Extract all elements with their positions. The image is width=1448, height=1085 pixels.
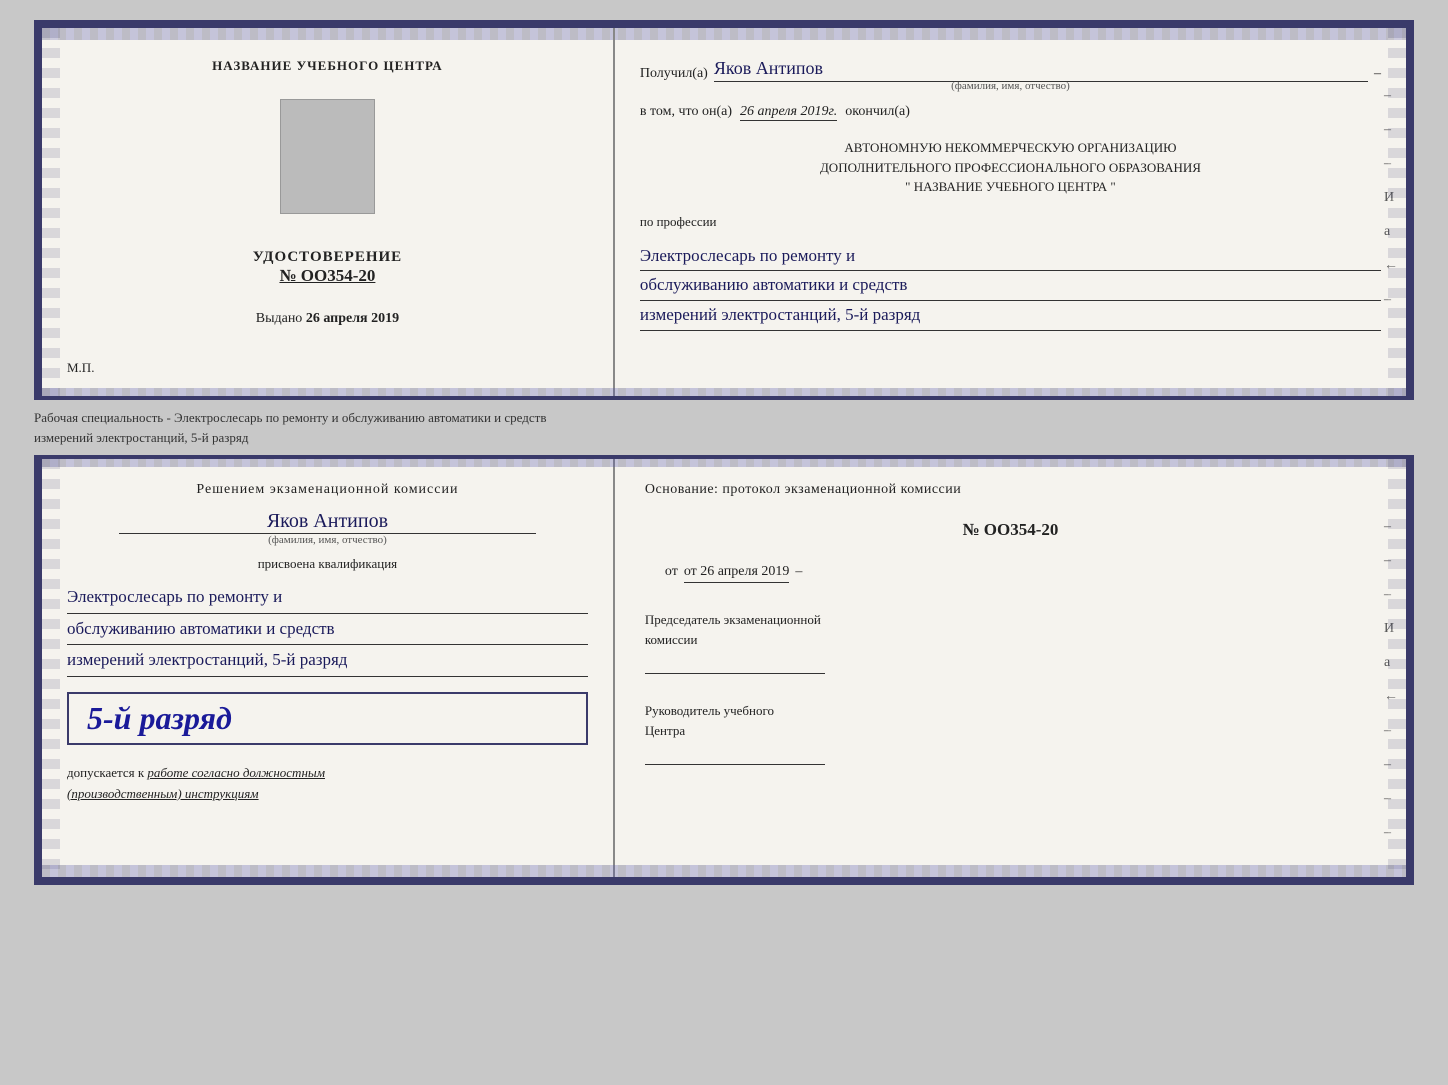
dopuskaetsya-block: допускается к работе согласно должностны… xyxy=(67,763,588,805)
qual-line3: измерений электростанций, 5-й разряд xyxy=(67,645,588,677)
mp-label: М.П. xyxy=(67,360,94,376)
udostoverenie-title: УДОСТОВЕРЕНИЕ xyxy=(253,249,403,266)
left-decoration-bottom xyxy=(42,459,60,877)
school-name-label: НАЗВАНИЕ УЧЕБНОГО ЦЕНТРА xyxy=(212,58,443,74)
org-line2: ДОПОЛНИТЕЛЬНОГО ПРОФЕССИОНАЛЬНОГО ОБРАЗО… xyxy=(640,158,1381,178)
bottom-left-panel: Решением экзаменационной комиссии Яков А… xyxy=(42,459,615,877)
vydano-date: 26 апреля 2019 xyxy=(306,311,399,326)
dopuskaetsya-label: допускается к xyxy=(67,765,144,780)
middle-text: Рабочая специальность - Электрослесарь п… xyxy=(34,410,546,445)
razryad-number: 5-й разряд xyxy=(87,700,232,736)
ot-date: от 26 апреля 2019 xyxy=(684,564,790,583)
vydano-line: Выдано 26 апреля 2019 xyxy=(256,311,399,327)
qual-line2: обслуживанию автоматики и средств xyxy=(67,614,588,646)
fio-hint-top: (фамилия, имя, отчество) xyxy=(640,80,1381,92)
po-professii: по профессии xyxy=(640,214,1381,230)
profession-line2: обслуживанию автоматики и средств xyxy=(640,271,1381,301)
predsedatel-block: Председатель экзаменационной комиссии xyxy=(645,610,1376,674)
document-container: НАЗВАНИЕ УЧЕБНОГО ЦЕНТРА УДОСТОВЕРЕНИЕ №… xyxy=(34,20,1414,885)
recipient-line: Получил(а) Яков Антипов – xyxy=(640,58,1381,82)
middle-separator: Рабочая специальность - Электрослесарь п… xyxy=(34,400,1414,455)
org-line3: " НАЗВАНИЕ УЧЕБНОГО ЦЕНТРА " xyxy=(640,177,1381,197)
vtom-label: в том, что он(а) xyxy=(640,104,732,120)
bottom-name: Яков Антипов xyxy=(119,510,536,534)
rukovoditel-signature xyxy=(645,745,825,765)
udostoverenie-number: № OO354-20 xyxy=(253,266,403,286)
predsedatel-signature xyxy=(645,654,825,674)
udostoverenie-block: УДОСТОВЕРЕНИЕ № OO354-20 xyxy=(253,249,403,286)
bottom-right-panel: Основание: протокол экзаменационной коми… xyxy=(615,459,1406,877)
org-block: АВТОНОМНУЮ НЕКОММЕРЧЕСКУЮ ОРГАНИЗАЦИЮ ДО… xyxy=(640,138,1381,197)
profession-line3: измерений электростанций, 5-й разряд xyxy=(640,301,1381,331)
razryad-box: 5-й разряд xyxy=(67,692,588,745)
diploma-bottom: Решением экзаменационной комиссии Яков А… xyxy=(34,455,1414,885)
okonchill-label: окончил(а) xyxy=(845,104,910,120)
rukovoditel-block: Руководитель учебного Центра xyxy=(645,701,1376,765)
dopuskaetsya-italic2: (производственным) инструкциям xyxy=(67,786,259,801)
top-left-panel: НАЗВАНИЕ УЧЕБНОГО ЦЕНТРА УДОСТОВЕРЕНИЕ №… xyxy=(42,28,615,396)
profession-block: Электрослесарь по ремонту и обслуживанию… xyxy=(640,242,1381,332)
top-right-panel: Получил(а) Яков Антипов – (фамилия, имя,… xyxy=(615,28,1406,396)
predsedatel-line1: Председатель экзаменационной xyxy=(645,610,1376,630)
prisvoyena-label: присвоена квалификация xyxy=(67,556,588,572)
right-decoration-top xyxy=(1388,28,1406,396)
vtom-line: в том, что он(а) 26 апреля 2019г. окончи… xyxy=(640,104,1381,121)
qualification-block: Электрослесарь по ремонту и обслуживанию… xyxy=(67,582,588,677)
osnovanie-text: Основание: протокол экзаменационной коми… xyxy=(645,479,1376,500)
vtom-date: 26 апреля 2019г. xyxy=(740,104,837,121)
recipient-name: Яков Антипов xyxy=(714,58,1368,82)
profession-line1: Электрослесарь по ремонту и xyxy=(640,242,1381,272)
org-line1: АВТОНОМНУЮ НЕКОММЕРЧЕСКУЮ ОРГАНИЗАЦИЮ xyxy=(640,138,1381,158)
photo-placeholder xyxy=(280,99,375,214)
vydano-label: Выдано xyxy=(256,311,303,326)
diploma-top: НАЗВАНИЕ УЧЕБНОГО ЦЕНТРА УДОСТОВЕРЕНИЕ №… xyxy=(34,20,1414,400)
resheniem-text: Решением экзаменационной комиссии xyxy=(67,479,588,500)
right-decoration-bottom xyxy=(1388,459,1406,877)
rukovoditel-line2: Центра xyxy=(645,721,1376,741)
dopuskaetsya-italic1: работе согласно должностным xyxy=(147,765,325,780)
rukovoditel-line1: Руководитель учебного xyxy=(645,701,1376,721)
fio-hint-bottom: (фамилия, имя, отчество) xyxy=(67,534,588,546)
protocol-number: № OO354-20 xyxy=(645,520,1376,540)
predsedatel-line2: комиссии xyxy=(645,630,1376,650)
qual-line1: Электрослесарь по ремонту и xyxy=(67,582,588,614)
